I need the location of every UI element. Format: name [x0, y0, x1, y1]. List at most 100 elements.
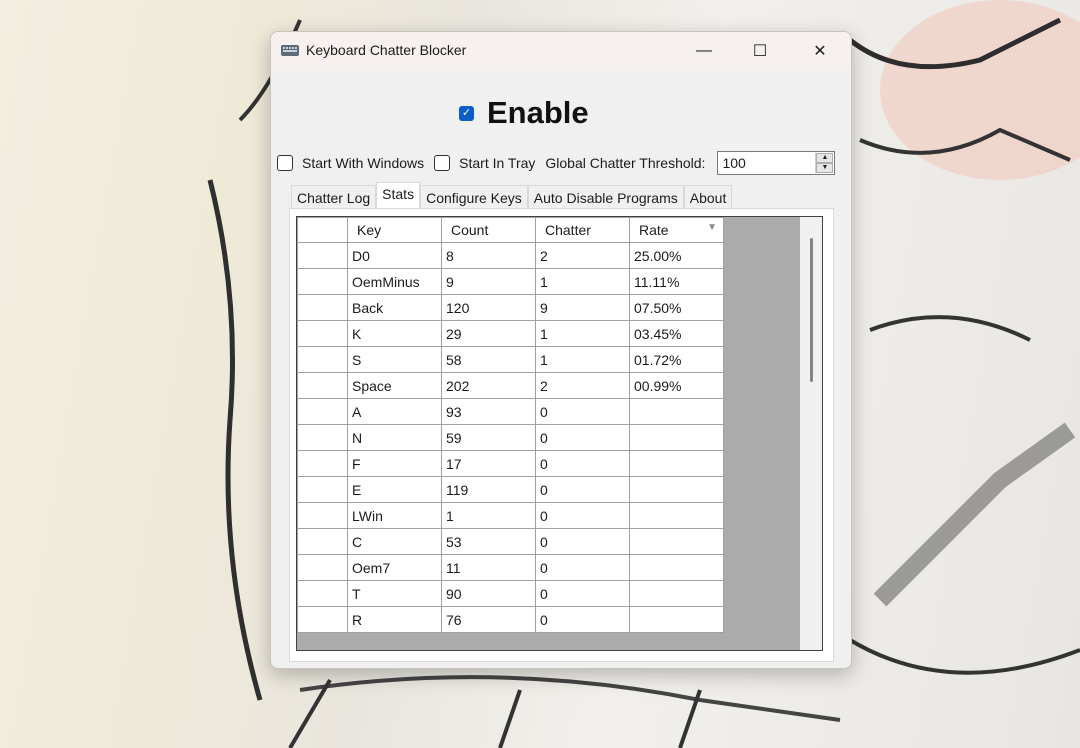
key-cell[interactable]: Space — [347, 372, 442, 399]
tab-stats[interactable]: Stats — [376, 182, 421, 210]
key-cell[interactable]: N — [347, 424, 442, 451]
key-cell[interactable]: LWin — [347, 502, 442, 529]
column-header-rate[interactable]: Rate ▼ — [629, 217, 724, 243]
chatter-cell[interactable]: 1 — [535, 346, 630, 373]
row-header[interactable] — [297, 580, 348, 607]
column-header-chatter[interactable]: Chatter — [535, 217, 630, 243]
row-header[interactable] — [297, 502, 348, 529]
threshold-spinner[interactable]: 100 ▲ ▼ — [717, 151, 836, 175]
rate-cell[interactable] — [629, 502, 724, 529]
scrollbar-thumb[interactable] — [810, 238, 813, 382]
count-cell[interactable]: 119 — [441, 476, 536, 503]
chatter-cell[interactable]: 0 — [535, 554, 630, 581]
key-cell[interactable]: S — [347, 346, 442, 373]
row-header[interactable] — [297, 476, 348, 503]
chatter-cell[interactable]: 0 — [535, 476, 630, 503]
count-cell[interactable]: 58 — [441, 346, 536, 373]
chatter-cell[interactable]: 1 — [535, 320, 630, 347]
count-cell[interactable]: 120 — [441, 294, 536, 321]
table-row[interactable]: A 93 0 — [297, 398, 724, 425]
chatter-cell[interactable]: 0 — [535, 580, 630, 607]
row-header-corner[interactable] — [297, 217, 348, 243]
rate-cell[interactable] — [629, 398, 724, 425]
close-button[interactable]: ✕ — [792, 32, 848, 70]
row-header[interactable] — [297, 242, 348, 269]
row-header[interactable] — [297, 346, 348, 373]
table-row[interactable]: C 53 0 — [297, 528, 724, 555]
table-row[interactable]: T 90 0 — [297, 580, 724, 607]
rate-cell[interactable]: 01.72% — [629, 346, 724, 373]
column-header-key[interactable]: Key — [347, 217, 442, 243]
row-header[interactable] — [297, 294, 348, 321]
count-cell[interactable]: 53 — [441, 528, 536, 555]
rate-cell[interactable] — [629, 606, 724, 633]
minimize-button[interactable]: — — [676, 32, 732, 70]
table-row[interactable]: K 29 1 03.45% — [297, 320, 724, 347]
chatter-cell[interactable]: 0 — [535, 450, 630, 477]
start-with-windows-checkbox[interactable]: Start With Windows — [277, 155, 424, 171]
key-cell[interactable]: K — [347, 320, 442, 347]
row-header[interactable] — [297, 268, 348, 295]
tab-chatter-log[interactable]: Chatter Log — [291, 185, 377, 210]
chatter-cell[interactable]: 0 — [535, 398, 630, 425]
key-cell[interactable]: Oem7 — [347, 554, 442, 581]
enable-checkbox[interactable]: ✓ Enable — [459, 95, 589, 131]
tab-auto-disable-programs[interactable]: Auto Disable Programs — [527, 185, 684, 210]
tab-configure-keys[interactable]: Configure Keys — [420, 185, 528, 210]
rate-cell[interactable] — [629, 424, 724, 451]
key-cell[interactable]: F — [347, 450, 442, 477]
row-header[interactable] — [297, 320, 348, 347]
row-header[interactable] — [297, 424, 348, 451]
key-cell[interactable]: D0 — [347, 242, 442, 269]
chatter-cell[interactable]: 2 — [535, 372, 630, 399]
rate-cell[interactable]: 00.99% — [629, 372, 724, 399]
rate-cell[interactable]: 11.11% — [629, 268, 724, 295]
key-cell[interactable]: E — [347, 476, 442, 503]
table-row[interactable]: Oem7 11 0 — [297, 554, 724, 581]
count-cell[interactable]: 90 — [441, 580, 536, 607]
table-row[interactable]: OemMinus 9 1 11.11% — [297, 268, 724, 295]
checkbox-icon[interactable] — [277, 155, 293, 171]
title-bar[interactable]: Keyboard Chatter Blocker — ☐ ✕ — [271, 32, 851, 70]
checkbox-icon[interactable] — [434, 155, 451, 171]
table-row[interactable]: R 76 0 — [297, 606, 724, 633]
table-row[interactable]: LWin 1 0 — [297, 502, 724, 529]
count-cell[interactable]: 11 — [441, 554, 536, 581]
rate-cell[interactable] — [629, 580, 724, 607]
row-header[interactable] — [297, 372, 348, 399]
count-cell[interactable]: 29 — [441, 320, 536, 347]
rate-cell[interactable] — [629, 450, 724, 477]
row-header[interactable] — [297, 554, 348, 581]
spin-up-icon[interactable]: ▲ — [816, 153, 834, 163]
count-cell[interactable]: 1 — [441, 502, 536, 529]
rate-cell[interactable] — [629, 476, 724, 503]
table-row[interactable]: Back 120 9 07.50% — [297, 294, 724, 321]
chatter-cell[interactable]: 9 — [535, 294, 630, 321]
count-cell[interactable]: 17 — [441, 450, 536, 477]
rate-cell[interactable] — [629, 554, 724, 581]
threshold-value[interactable]: 100 — [718, 152, 745, 174]
rate-cell[interactable] — [629, 528, 724, 555]
count-cell[interactable]: 93 — [441, 398, 536, 425]
rate-cell[interactable]: 07.50% — [629, 294, 724, 321]
rate-cell[interactable]: 03.45% — [629, 320, 724, 347]
spin-down-icon[interactable]: ▼ — [816, 163, 834, 173]
column-header-count[interactable]: Count — [441, 217, 536, 243]
chatter-cell[interactable]: 2 — [535, 242, 630, 269]
stats-grid[interactable]: Key Count Chatter Rate ▼ D0 8 2 25.00% OemMin… — [296, 216, 823, 651]
table-row[interactable]: Space 202 2 00.99% — [297, 372, 724, 399]
key-cell[interactable]: R — [347, 606, 442, 633]
vertical-scrollbar[interactable] — [800, 217, 822, 650]
count-cell[interactable]: 59 — [441, 424, 536, 451]
table-row[interactable]: E 119 0 — [297, 476, 724, 503]
rate-cell[interactable]: 25.00% — [629, 242, 724, 269]
key-cell[interactable]: T — [347, 580, 442, 607]
count-cell[interactable]: 76 — [441, 606, 536, 633]
row-header[interactable] — [297, 528, 348, 555]
start-in-tray-checkbox[interactable]: Start In Tray — [434, 155, 535, 171]
row-header[interactable] — [297, 450, 348, 477]
table-row[interactable]: N 59 0 — [297, 424, 724, 451]
chatter-cell[interactable]: 0 — [535, 528, 630, 555]
chatter-cell[interactable]: 0 — [535, 606, 630, 633]
key-cell[interactable]: OemMinus — [347, 268, 442, 295]
